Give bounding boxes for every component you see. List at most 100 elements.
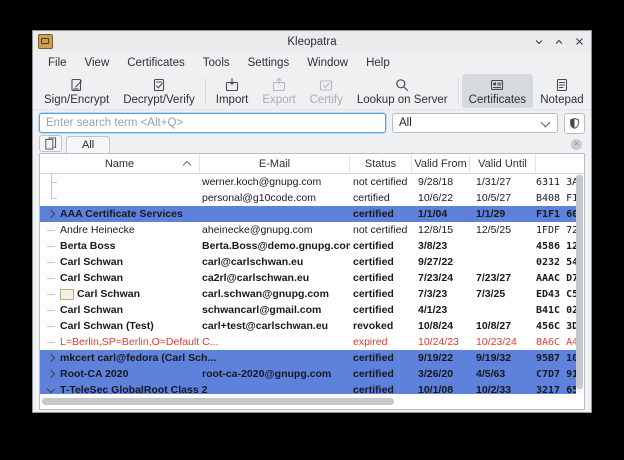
cell-email: werner.koch@gnupg.com — [200, 176, 350, 188]
tree-indicator-icon[interactable] — [44, 334, 60, 350]
lookup-on-server-button[interactable]: Lookup on Server — [350, 74, 455, 108]
table-row[interactable]: Carl Schwan schwancarl@gmail.com certifi… — [40, 302, 576, 318]
cell-valid-from: 9/28/18 — [412, 176, 470, 188]
menu-item-tools[interactable]: Tools — [194, 55, 239, 71]
tree-indicator-icon[interactable] — [44, 222, 60, 238]
tree-indicator-icon[interactable] — [44, 190, 60, 206]
cell-valid-until: 10/23/24 — [470, 336, 536, 348]
table-row[interactable]: Carl Schwan ca2rl@carlschwan.eu certifie… — [40, 270, 576, 286]
tree-indicator-icon[interactable] — [44, 206, 60, 222]
cell-status: revoked — [350, 320, 412, 332]
menu-item-help[interactable]: Help — [357, 55, 399, 71]
cell-name: Carl Schwan (Test) — [60, 320, 154, 332]
cell-name: Berta Boss — [60, 240, 115, 252]
menu-item-view[interactable]: View — [76, 55, 119, 71]
minimize-button[interactable] — [533, 36, 545, 48]
close-button[interactable] — [573, 36, 585, 48]
cell-valid-until: 10/8/27 — [470, 320, 536, 332]
cell-status: certified — [350, 368, 412, 380]
export-icon — [271, 77, 287, 93]
cell-valid-from: 10/24/23 — [412, 336, 470, 348]
cell-valid-until: 12/5/25 — [470, 224, 536, 236]
tree-indicator-icon[interactable] — [44, 174, 60, 190]
table-row[interactable]: Root-CA 2020 root-ca-2020@gnupg.com cert… — [40, 366, 576, 382]
new-tab-button[interactable] — [39, 135, 62, 152]
table-row[interactable]: AAA Certificate Services certified 1/1/0… — [40, 206, 576, 222]
notepad-view-button[interactable]: Notepad — [533, 74, 590, 108]
column-header-name[interactable]: Name — [40, 154, 200, 173]
tree-indicator-icon[interactable] — [44, 238, 60, 254]
certify-button[interactable]: Certify — [303, 74, 350, 108]
titlebar[interactable]: Kleopatra — [33, 31, 591, 52]
cell-keyid: 8A6C A4 — [536, 337, 576, 348]
import-button[interactable]: Import — [209, 74, 256, 108]
cell-email: Berta.Boss@demo.gnupg.com — [200, 240, 350, 252]
table-row[interactable]: T-TeleSec GlobalRoot Class 2 certified 1… — [40, 382, 576, 394]
certificates-view-button[interactable]: Certificates — [462, 74, 534, 108]
cell-name: Root-CA 2020 — [60, 368, 128, 380]
cell-status: not certified — [350, 224, 412, 236]
search-input[interactable]: Enter search term <Alt+Q> — [39, 113, 386, 133]
table-row[interactable]: Carl Schwan carl@carlschwan.eu certified… — [40, 254, 576, 270]
filter-dropdown[interactable]: All — [392, 113, 558, 133]
export-button[interactable]: Export — [255, 74, 302, 108]
tree-indicator-icon[interactable] — [44, 286, 60, 302]
certify-filter-button[interactable] — [564, 113, 585, 134]
horizontal-scrollbar[interactable] — [40, 394, 584, 409]
toolbar-separator — [458, 78, 459, 104]
cell-status: not certified — [350, 176, 412, 188]
cell-valid-from: 9/27/22 — [412, 256, 470, 268]
decrypt-verify-icon — [151, 77, 167, 93]
table-row[interactable]: Berta Boss Berta.Boss@demo.gnupg.com cer… — [40, 238, 576, 254]
cell-valid-from: 7/3/23 — [412, 288, 470, 300]
tree-indicator-icon[interactable] — [44, 318, 60, 334]
cell-keyid: C7D7 91 — [536, 369, 576, 380]
tree-indicator-icon[interactable] — [44, 270, 60, 286]
cell-status: certified — [350, 384, 412, 394]
cell-keyid: F1F1 60 — [536, 209, 576, 220]
smartcards-view-button[interactable]: Smartcards — [591, 74, 592, 108]
column-header-email[interactable]: E-Mail — [200, 154, 350, 173]
cell-email: aheinecke@gnupg.com — [200, 224, 350, 236]
close-tab-button[interactable]: ✕ — [571, 139, 582, 150]
table-row[interactable]: Carl Schwan carl.schwan@gnupg.com certif… — [40, 286, 576, 302]
maximize-button[interactable] — [553, 36, 565, 48]
cell-keyid: 6311 3A — [536, 177, 576, 188]
column-header-valid-until[interactable]: Valid Until — [470, 154, 536, 173]
table-row[interactable]: Carl Schwan (Test) carl+test@carlschwan.… — [40, 318, 576, 334]
decrypt-verify-button[interactable]: Decrypt/Verify — [116, 74, 202, 108]
table-row[interactable]: werner.koch@gnupg.com not certified 9/28… — [40, 174, 576, 190]
tree-indicator-icon[interactable] — [44, 350, 60, 366]
cell-email: root-ca-2020@gnupg.com — [200, 368, 350, 380]
cell-valid-until: 1/1/29 — [470, 208, 536, 220]
menu-item-settings[interactable]: Settings — [239, 55, 299, 71]
search-placeholder: Enter search term <Alt+Q> — [46, 117, 183, 129]
tab-all[interactable]: All — [66, 136, 110, 153]
vertical-scrollbar[interactable] — [576, 174, 583, 393]
cell-name: T-TeleSec GlobalRoot Class 2 — [60, 384, 207, 394]
column-header-status[interactable]: Status — [350, 154, 412, 173]
cell-status: certified — [350, 192, 412, 204]
table-row[interactable]: L=Berlin,SP=Berlin,O=Default C... expire… — [40, 334, 576, 350]
cell-valid-from: 4/1/23 — [412, 304, 470, 316]
certificates-icon — [489, 77, 505, 93]
menu-item-file[interactable]: File — [39, 55, 76, 71]
tree-indicator-icon[interactable] — [44, 254, 60, 270]
table-row[interactable]: personal@g10code.com certified 10/6/22 1… — [40, 190, 576, 206]
column-header-keyid[interactable] — [536, 154, 576, 173]
tree-indicator-icon[interactable] — [44, 366, 60, 382]
chevron-up-icon — [554, 38, 564, 46]
column-header-valid-from[interactable]: Valid From — [412, 154, 470, 173]
sign-encrypt-button[interactable]: Sign/Encrypt — [37, 74, 116, 108]
tree-indicator-icon[interactable] — [44, 302, 60, 318]
cell-status: certified — [350, 272, 412, 284]
menu-item-certificates[interactable]: Certificates — [118, 55, 194, 71]
table-row[interactable]: mkcert carl@fedora (Carl Sch... certifie… — [40, 350, 576, 366]
vertical-scrollbar-thumb[interactable] — [576, 175, 583, 389]
cell-name: Carl Schwan — [60, 272, 123, 284]
menu-item-window[interactable]: Window — [298, 55, 357, 71]
table-row[interactable]: Andre Heinecke aheinecke@gnupg.com not c… — [40, 222, 576, 238]
cell-valid-from: 1/1/04 — [412, 208, 470, 220]
tree-indicator-icon[interactable] — [44, 382, 60, 394]
horizontal-scrollbar-thumb[interactable] — [42, 398, 394, 405]
